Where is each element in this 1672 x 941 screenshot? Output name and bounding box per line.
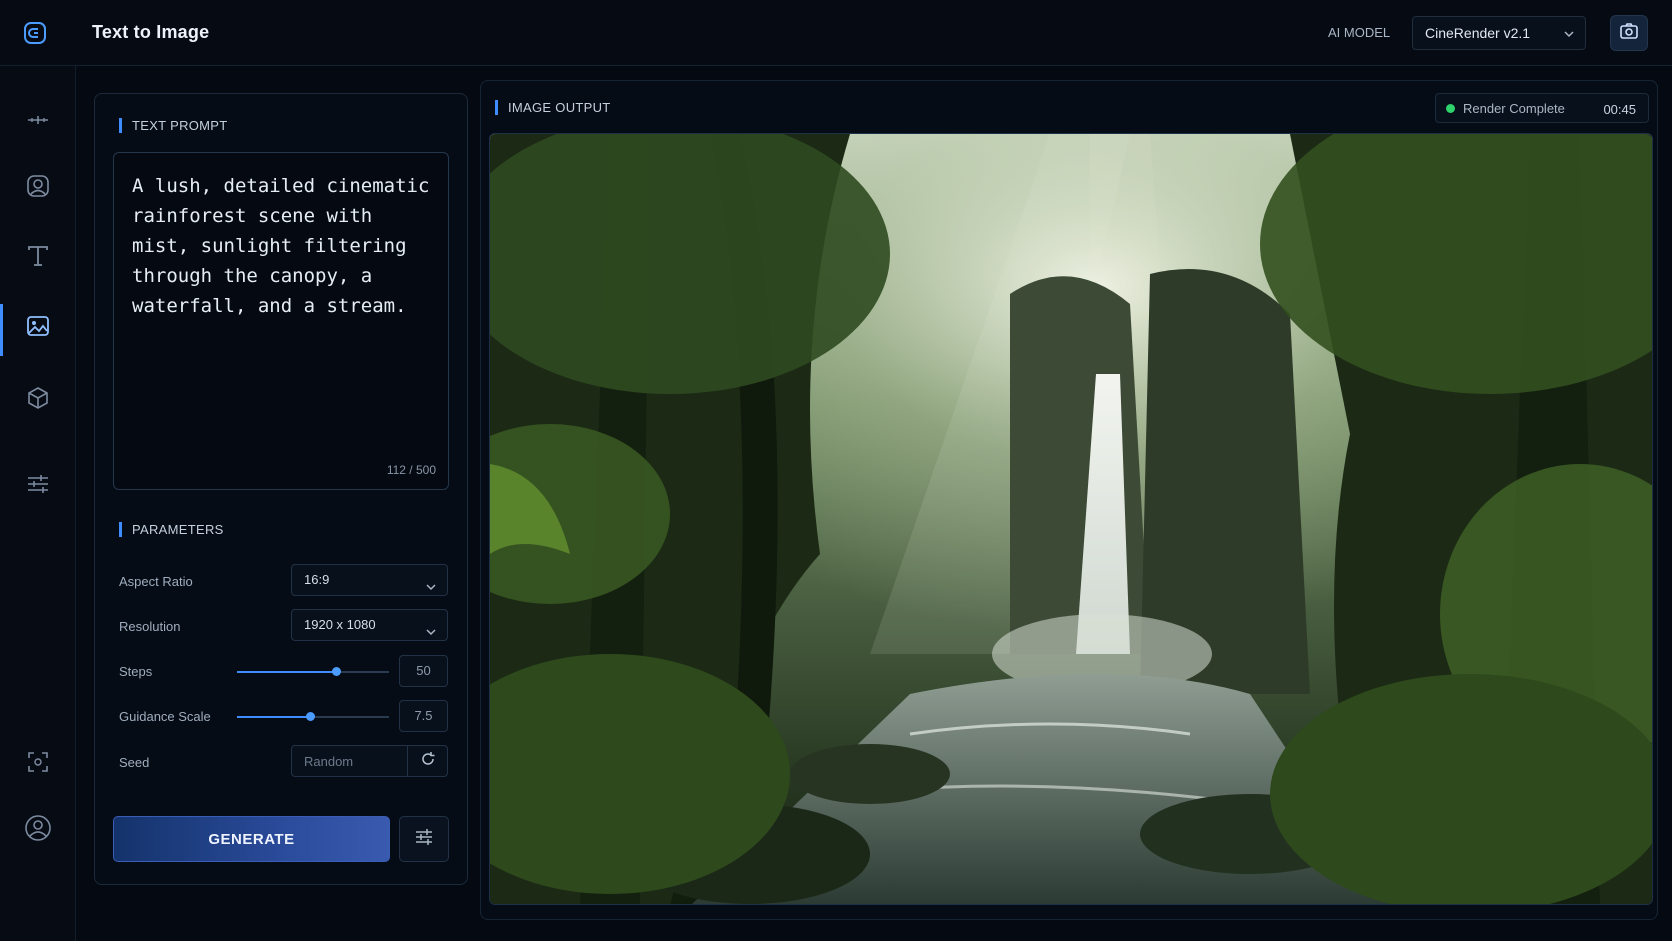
sliders-icon: [413, 826, 435, 853]
sidebar-item-move[interactable]: [0, 98, 76, 146]
prompt-text[interactable]: A lush, detailed cinematic rainforest sc…: [132, 171, 432, 321]
generate-button[interactable]: GENERATE: [113, 816, 390, 862]
sidebar-item-profile[interactable]: [0, 806, 76, 854]
chevron-down-icon: [1563, 27, 1575, 43]
output-panel: IMAGE OUTPUT Render Complete 00:45: [480, 80, 1658, 920]
face-icon: [25, 173, 51, 204]
user-icon: [24, 814, 52, 847]
sidebar-item-3d[interactable]: [0, 376, 76, 424]
sidebar-item-scan[interactable]: [0, 740, 76, 788]
sidebar-item-settings[interactable]: [0, 462, 76, 510]
capture-button[interactable]: [1610, 15, 1648, 51]
steps-label: Steps: [119, 664, 153, 679]
seed-field[interactable]: Random: [291, 745, 448, 777]
seed-refresh-button[interactable]: [407, 746, 447, 776]
advanced-settings-button[interactable]: [399, 816, 449, 862]
scan-icon: [26, 750, 50, 779]
sliders-icon: [25, 471, 51, 502]
camera-icon: [1619, 21, 1639, 46]
resolution-label: Resolution: [119, 619, 181, 634]
resolution-value: 1920 x 1080: [304, 617, 376, 632]
aspect-ratio-select[interactable]: 16:9: [291, 564, 448, 596]
cube-icon: [25, 385, 51, 416]
steps-slider-fill: [237, 671, 336, 673]
image-output-title: IMAGE OUTPUT: [495, 100, 611, 115]
render-status: Render Complete 00:45: [1435, 93, 1649, 123]
status-dot-icon: [1446, 103, 1455, 113]
guidance-value[interactable]: 7.5: [399, 700, 448, 732]
model-select[interactable]: CineRender v2.1: [1412, 16, 1586, 50]
generated-image[interactable]: [489, 133, 1653, 905]
sidebar: [0, 66, 76, 941]
seed-input[interactable]: Random: [304, 754, 353, 769]
move-icon: [26, 108, 50, 137]
aspect-ratio-label: Aspect Ratio: [119, 574, 193, 589]
aspect-ratio-value: 16:9: [304, 572, 330, 587]
guidance-slider-handle[interactable]: [305, 712, 315, 721]
prompt-panel: TEXT PROMPT A lush, detailed cinematic r…: [94, 93, 468, 885]
parameters-title: PARAMETERS: [119, 522, 224, 537]
image-icon: [25, 313, 51, 344]
steps-slider[interactable]: [237, 667, 389, 676]
char-count: 112 / 500: [386, 463, 436, 477]
guidance-slider-fill: [237, 716, 310, 718]
top-bar: Text to Image AI MODEL CineRender v2.1: [0, 0, 1672, 66]
status-text: Render Complete: [1463, 100, 1565, 116]
rainforest-image: [490, 134, 1652, 904]
app-logo-icon[interactable]: [22, 20, 48, 46]
prompt-textarea[interactable]: A lush, detailed cinematic rainforest sc…: [113, 152, 449, 490]
sidebar-item-portrait[interactable]: [0, 164, 76, 212]
text-prompt-title: TEXT PROMPT: [119, 118, 228, 133]
sidebar-item-text[interactable]: [0, 234, 76, 282]
refresh-icon: [420, 751, 436, 772]
seed-label: Seed: [119, 755, 150, 770]
render-time: 00:45: [1603, 102, 1636, 117]
chevron-down-icon: [425, 619, 437, 649]
guidance-label: Guidance Scale: [119, 709, 211, 724]
page-title: Text to Image: [92, 22, 210, 42]
model-select-value: CineRender v2.1: [1425, 25, 1531, 41]
sidebar-item-image[interactable]: [0, 304, 76, 356]
guidance-slider[interactable]: [237, 712, 389, 721]
text-icon: [25, 243, 51, 274]
model-label: AI MODEL: [1328, 25, 1391, 40]
steps-value[interactable]: 50: [399, 655, 448, 687]
resolution-select[interactable]: 1920 x 1080: [291, 609, 448, 641]
chevron-down-icon: [425, 574, 437, 604]
steps-slider-handle[interactable]: [331, 667, 341, 676]
